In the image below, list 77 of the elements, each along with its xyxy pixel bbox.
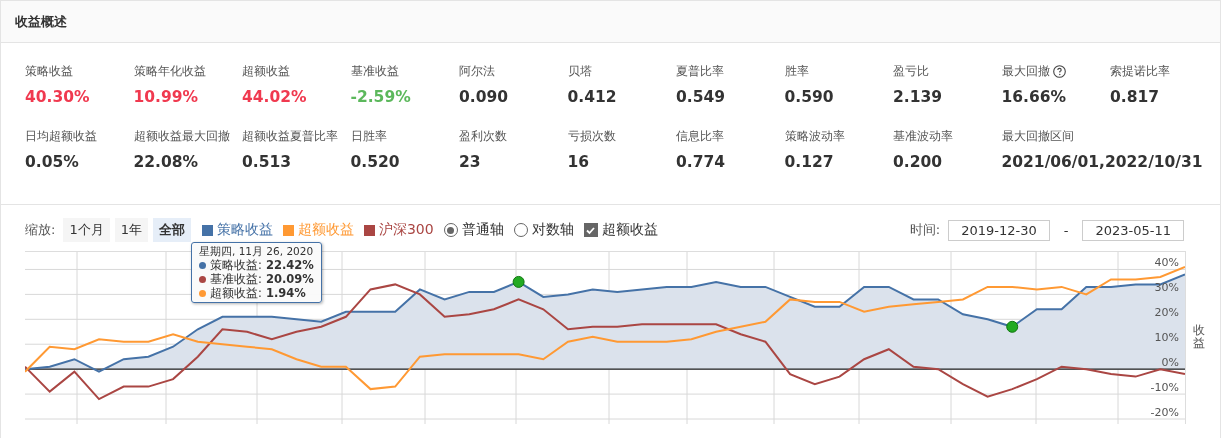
- zoom-button[interactable]: 全部: [152, 218, 191, 242]
- y-tick-label: 0%: [1161, 356, 1179, 370]
- tooltip-label: 策略收益:: [210, 258, 262, 272]
- metric-label: 盈亏比: [893, 63, 929, 80]
- metric-label: 信息比率: [676, 128, 724, 145]
- zoom-button[interactable]: 1个月: [63, 218, 110, 242]
- metric-value: 0.549: [676, 88, 727, 106]
- tooltip-label: 超额收益:: [210, 286, 262, 300]
- metric-label: 基准收益: [350, 63, 399, 80]
- zoom-label: 缩放:: [25, 221, 56, 239]
- y-tick-label: 20%: [1154, 306, 1179, 320]
- metric-value: 0.590: [784, 88, 835, 106]
- tooltip-label: 基准收益:: [210, 272, 262, 286]
- metric-value: 2021/06/01,2022/10/31: [1001, 153, 1204, 171]
- tooltip-value: 22.42%: [265, 258, 314, 272]
- metric-value: 0.200: [893, 153, 944, 171]
- metric-value: 10.99%: [133, 88, 200, 106]
- metric-value: 40.30%: [25, 88, 91, 106]
- legend-label[interactable]: 策略收益: [216, 221, 273, 239]
- y-tick-label: 30%: [1154, 281, 1179, 295]
- metric-value: 0.513: [242, 153, 293, 171]
- metric-value: 2.139: [893, 88, 944, 106]
- start-date-field[interactable]: 2019-12-30: [948, 219, 1050, 241]
- metric-label: 策略波动率: [784, 128, 845, 145]
- metric-value: 16.66%: [1001, 88, 1068, 106]
- checkbox[interactable]: [583, 223, 598, 237]
- metric-label: 日胜率: [350, 128, 387, 145]
- radio-label: 对数轴: [531, 221, 574, 239]
- y-tick-label: -20%: [1150, 406, 1179, 419]
- metric-value: 0.520: [350, 153, 401, 171]
- y-tick-label: 10%: [1154, 331, 1179, 345]
- metric-value: 0.412: [567, 88, 618, 106]
- metric-label: 基准波动率: [893, 128, 953, 145]
- metric-label: 最大回撤区间: [1001, 128, 1074, 145]
- metric-label: 夏普比率: [676, 63, 724, 80]
- drawdown-marker: [512, 275, 525, 288]
- metric-value: 44.02%: [242, 88, 308, 106]
- drawdown-marker: [1006, 320, 1019, 333]
- metric-label: 策略收益: [25, 63, 73, 80]
- metric-label: 最大回撤: [1001, 63, 1050, 80]
- metric-label: 超额收益: [242, 63, 290, 80]
- metric-label: 索提诺比率: [1110, 63, 1170, 80]
- checkbox-label: 超额收益: [601, 221, 658, 239]
- metric-value: -2.59%: [350, 88, 412, 106]
- metric-label: 盈利次数: [459, 128, 507, 145]
- metric-value: 22.08%: [133, 153, 200, 171]
- section-title: 收益概述: [15, 12, 67, 31]
- end-date-field[interactable]: 2023-05-11: [1082, 219, 1184, 241]
- axis-title: 收益: [1193, 323, 1205, 351]
- metric-value: 0.817: [1110, 88, 1161, 106]
- metric-label: 阿尔法: [459, 63, 495, 80]
- metric-value: 23: [459, 153, 482, 171]
- metric-label: 超额收益最大回撤: [133, 128, 230, 145]
- metric-label: 超额收益夏普比率: [242, 128, 338, 145]
- metric-label: 策略年化收益: [133, 63, 206, 80]
- tooltip-value: 20.09%: [265, 272, 314, 286]
- metric-label: 亏损次数: [567, 128, 616, 145]
- metric-label: 日均超额收益: [25, 128, 97, 145]
- metric-value: 16: [567, 153, 591, 171]
- tooltip-date: 星期四, 11月 26, 2020: [199, 245, 314, 258]
- metric-value: 0.090: [459, 88, 510, 106]
- time-label: 时间:: [909, 221, 941, 239]
- y-tick-label: 40%: [1154, 256, 1179, 270]
- zoom-button[interactable]: 1年: [114, 218, 148, 242]
- date-separator: -: [1063, 222, 1069, 238]
- metric-label: 胜率: [784, 63, 809, 80]
- radio-button[interactable]: [513, 223, 528, 237]
- radio-label: 普通轴: [461, 221, 504, 239]
- tooltip-value: 1.94%: [265, 286, 306, 300]
- help-icon[interactable]: [1052, 65, 1066, 78]
- y-tick-label: -10%: [1150, 381, 1179, 395]
- metric-value: 0.05%: [25, 153, 80, 171]
- metric-value: 0.127: [784, 153, 835, 171]
- metric-label: 贝塔: [567, 63, 592, 80]
- legend-label[interactable]: 沪深300: [378, 221, 434, 239]
- radio-button[interactable]: [443, 223, 458, 237]
- metric-value: 0.774: [676, 153, 727, 171]
